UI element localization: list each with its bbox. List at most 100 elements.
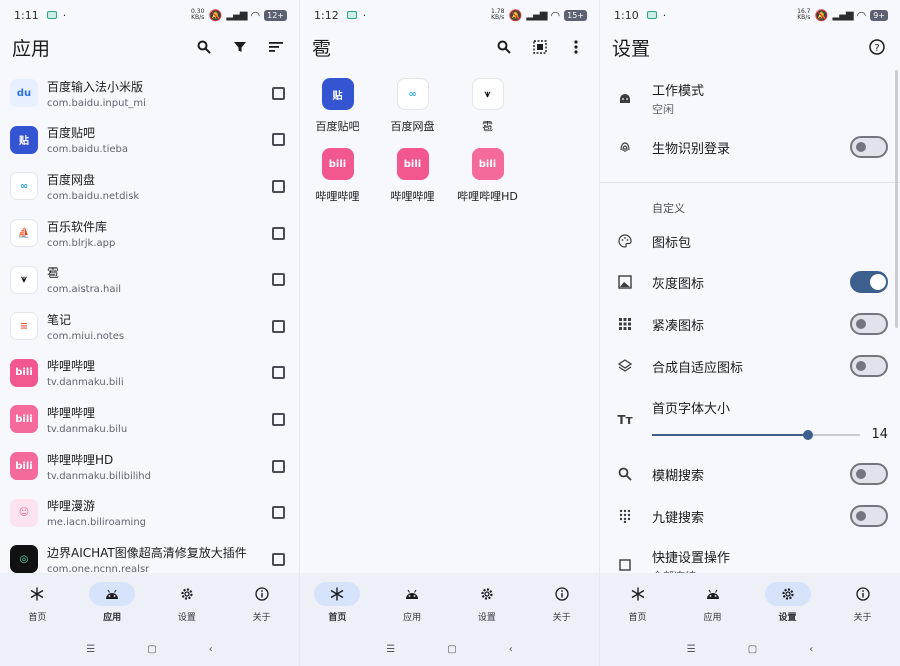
home-app-tile[interactable]: bili 哔哩哔哩 — [300, 148, 375, 218]
select-checkbox[interactable] — [272, 319, 285, 333]
select-checkbox[interactable] — [272, 86, 285, 100]
app-bar: 设置 ? — [600, 30, 900, 64]
gray-icon-row[interactable]: 灰度图标 — [600, 261, 900, 303]
search-icon[interactable] — [493, 36, 515, 58]
filter-icon[interactable] — [229, 36, 251, 58]
home-app-tile[interactable]: bili 哔哩哔哩 — [375, 148, 450, 218]
select-checkbox[interactable] — [272, 366, 285, 380]
app-list-item[interactable]: ∞ 百度网盘 com.baidu.netdisk — [0, 163, 299, 210]
gear-icon — [764, 582, 811, 606]
android-icon — [389, 582, 435, 606]
back-icon[interactable]: ‹ — [509, 644, 513, 655]
nav-item[interactable]: 首页 — [300, 573, 375, 633]
menu-icon[interactable]: ☰ — [86, 644, 95, 655]
app-list-item[interactable]: ≡ 笔记 com.miui.notes — [0, 303, 299, 350]
select-all-icon[interactable] — [529, 36, 551, 58]
nav-item[interactable]: 应用 — [675, 573, 750, 633]
select-checkbox[interactable] — [272, 412, 285, 426]
search-icon[interactable] — [193, 36, 215, 58]
app-icon: bili — [10, 452, 38, 481]
app-label: 百度贴吧 — [315, 120, 360, 133]
help-icon[interactable]: ? — [866, 36, 888, 58]
app-list-item[interactable]: ⛵ 百乐软件库 com.blrjk.app — [0, 210, 299, 257]
select-checkbox[interactable] — [272, 552, 285, 566]
bottom-nav: 首页 应用 设置 关于 — [0, 573, 299, 633]
settings-list: 工作模式 空闲 生物识别登录 自定义 图标包 灰度图标 紧凑图标 合成自适应图标… — [600, 70, 900, 593]
biometric-toggle[interactable] — [850, 136, 888, 158]
work-mode-row[interactable]: 工作模式 空闲 — [600, 70, 900, 126]
page-title: 设置 — [612, 37, 651, 60]
t9-search-row[interactable]: 九键搜索 — [600, 495, 900, 537]
image-icon — [612, 275, 638, 289]
home-app-tile[interactable]: 贴百度贴吧 — [300, 78, 375, 148]
home-app-tile[interactable]: bili 哔哩哔哩HD — [450, 148, 525, 218]
font-size-slider[interactable] — [652, 428, 860, 442]
icon-pack-row[interactable]: 图标包 — [600, 221, 900, 261]
system-nav: ☰ ▢ ‹ — [0, 633, 299, 666]
nav-item[interactable]: 设置 — [750, 573, 825, 633]
biometric-row[interactable]: 生物识别登录 — [600, 126, 900, 168]
select-checkbox[interactable] — [272, 506, 285, 520]
t9-search-toggle[interactable] — [850, 505, 888, 527]
quick-settings-title: 快捷设置操作 — [652, 550, 731, 566]
work-mode-value: 空闲 — [652, 102, 674, 116]
app-list-item[interactable]: 贴百度贴吧 com.baidu.tieba — [0, 117, 299, 164]
app-label: 哔哩哔哩 — [315, 190, 360, 203]
app-list-item[interactable]: bili 哔哩哔哩 tv.danmaku.bilu — [0, 396, 299, 443]
app-list-item[interactable]: ☺ 哔哩漫游 me.iacn.biliroaming — [0, 489, 299, 536]
fuzzy-search-toggle[interactable] — [850, 463, 888, 485]
home-app-tile[interactable]: ∞ 百度网盘 — [375, 78, 450, 148]
nav-item[interactable]: 应用 — [75, 573, 150, 633]
nav-item[interactable]: 首页 — [600, 573, 675, 633]
back-icon[interactable]: ‹ — [809, 644, 813, 655]
slider-thumb[interactable] — [803, 429, 813, 440]
adaptive-icon-toggle[interactable] — [850, 355, 888, 377]
nav-item[interactable]: 设置 — [150, 573, 225, 633]
nav-item[interactable]: 首页 — [0, 573, 75, 633]
home-icon[interactable]: ▢ — [147, 644, 156, 655]
app-package: com.aistra.hail — [47, 284, 122, 296]
layers-icon — [612, 359, 638, 373]
more-vert-icon[interactable] — [565, 36, 587, 58]
page-title: 应用 — [12, 37, 51, 60]
select-checkbox[interactable] — [272, 459, 285, 473]
select-checkbox[interactable] — [272, 226, 285, 240]
nav-item[interactable]: 关于 — [825, 573, 900, 633]
app-list-item[interactable]: ⩛ 雹 com.aistra.hail — [0, 256, 299, 303]
nav-item[interactable]: 应用 — [375, 573, 450, 633]
select-checkbox[interactable] — [272, 273, 285, 287]
compact-icon-row[interactable]: 紧凑图标 — [600, 303, 900, 345]
select-checkbox[interactable] — [272, 133, 285, 147]
status-bar: 1:12 · 1.78 KB/s 🔕 ▂▄▆ ◠ 15+ — [300, 0, 599, 30]
adaptive-icon-row[interactable]: 合成自适应图标 — [600, 345, 900, 387]
nav-item[interactable]: 关于 — [524, 573, 599, 633]
menu-icon[interactable]: ☰ — [687, 644, 696, 655]
app-list-item[interactable]: du 百度输入法小米版 com.baidu.input_mi — [0, 70, 299, 117]
app-name: 百乐软件库 — [47, 219, 108, 234]
select-checkbox[interactable] — [272, 179, 285, 193]
gray-icon-toggle[interactable] — [850, 271, 888, 293]
app-list-item[interactable]: bili 哔哩哔哩 tv.danmaku.bili — [0, 350, 299, 397]
nav-label: 关于 — [552, 613, 571, 623]
home-icon[interactable]: ▢ — [447, 644, 456, 655]
app-bar: 应用 — [0, 30, 299, 64]
info-icon — [840, 582, 886, 606]
nav-item[interactable]: 关于 — [224, 573, 299, 633]
app-package: tv.danmaku.bili — [47, 377, 124, 389]
menu-icon[interactable]: ☰ — [386, 644, 395, 655]
sort-icon[interactable] — [265, 36, 287, 58]
back-icon[interactable]: ‹ — [209, 644, 213, 655]
signal-icon: ▂▄▆ — [226, 9, 247, 21]
app-name: 百度网盘 — [47, 172, 96, 187]
nav-item[interactable]: 设置 — [450, 573, 525, 633]
nav-label: 应用 — [103, 613, 122, 623]
fuzzy-search-row[interactable]: 模糊搜索 — [600, 453, 900, 495]
app-name: 百度输入法小米版 — [47, 79, 144, 94]
home-app-tile[interactable]: ⩛ 雹 — [450, 78, 525, 148]
compact-icon-toggle[interactable] — [850, 313, 888, 335]
battery-badge: 9+ — [870, 9, 888, 21]
scrollbar[interactable] — [895, 70, 898, 328]
app-list-item[interactable]: bili 哔哩哔哩HD tv.danmaku.bilibilihd — [0, 443, 299, 490]
slider-fill — [652, 433, 808, 436]
home-icon[interactable]: ▢ — [748, 644, 757, 655]
